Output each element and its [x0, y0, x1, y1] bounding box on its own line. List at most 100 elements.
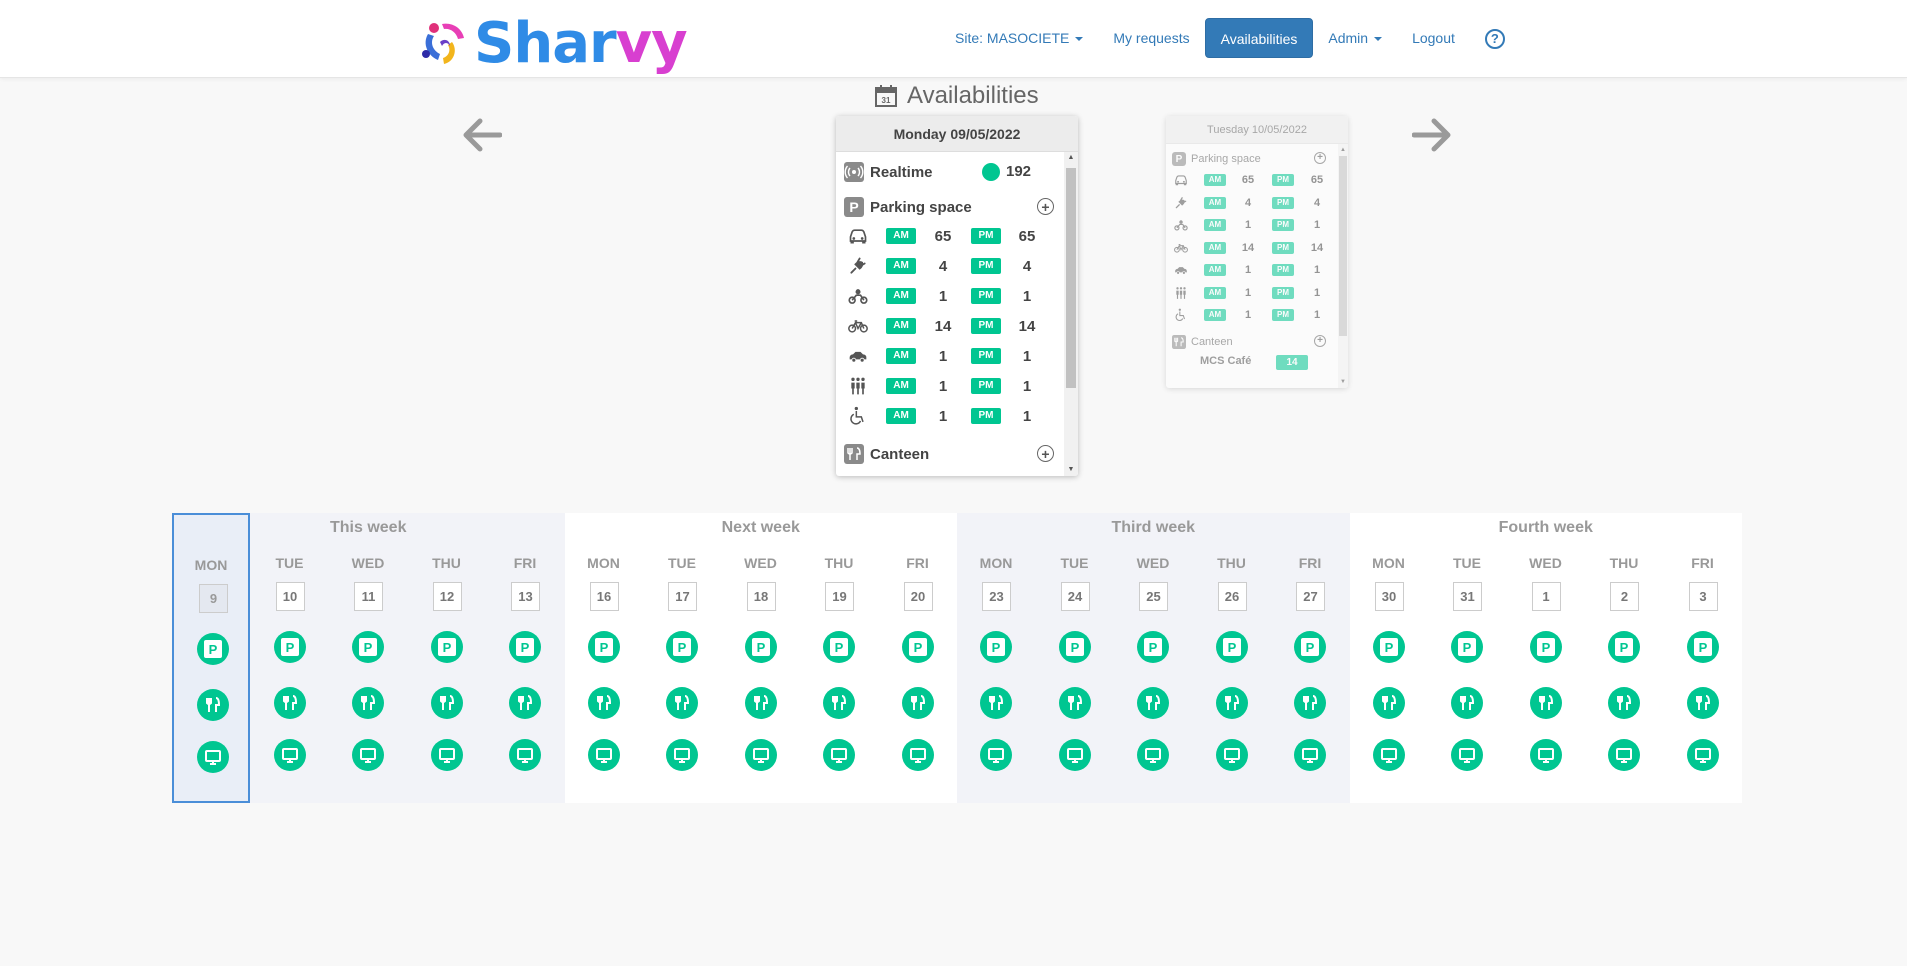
canteen-add-icon[interactable]: +: [1314, 335, 1326, 347]
canteen-booking-button[interactable]: [1451, 687, 1483, 719]
admin-dropdown[interactable]: Admin: [1313, 18, 1397, 58]
parking-booking-button[interactable]: P: [197, 633, 229, 665]
parking-booking-button[interactable]: P: [1137, 631, 1169, 663]
parking-booking-button[interactable]: P: [1686, 631, 1719, 663]
parking-booking-button[interactable]: P: [509, 631, 541, 663]
canteen-booking-button[interactable]: [1372, 687, 1405, 719]
calendar-day[interactable]: THU 26 P: [1193, 513, 1271, 803]
calendar-day[interactable]: THU 2 P: [1585, 513, 1663, 803]
card-scrollbar[interactable]: ▲ ▼: [1064, 152, 1078, 476]
desk-booking-button[interactable]: [509, 739, 541, 771]
calendar-day[interactable]: MON 9 P: [172, 513, 250, 803]
calendar-day[interactable]: MON 23 P: [957, 513, 1035, 803]
day-number[interactable]: 20: [903, 582, 933, 611]
parking-booking-button[interactable]: P: [980, 631, 1012, 663]
canteen-booking-button[interactable]: [1294, 687, 1326, 719]
canteen-booking-button[interactable]: [430, 687, 463, 719]
parking-booking-button[interactable]: P: [587, 631, 620, 663]
canteen-booking-button[interactable]: [744, 687, 777, 719]
previous-day-arrow-icon[interactable]: [462, 118, 502, 152]
calendar-day[interactable]: TUE 10 P: [251, 513, 329, 803]
canteen-booking-button[interactable]: [1137, 687, 1169, 719]
canteen-booking-button[interactable]: [273, 687, 306, 719]
calendar-day[interactable]: WED 1 P: [1507, 513, 1585, 803]
calendar-day[interactable]: FRI 13 P: [486, 513, 564, 803]
parking-booking-button[interactable]: P: [1058, 631, 1091, 663]
day-number[interactable]: 18: [746, 582, 776, 611]
day-number[interactable]: 26: [1217, 582, 1247, 611]
site-dropdown[interactable]: Site: MASOCIETE: [940, 18, 1098, 58]
canteen-booking-button[interactable]: [197, 689, 229, 721]
day-number[interactable]: 3: [1688, 582, 1718, 611]
day-number[interactable]: 27: [1296, 582, 1325, 611]
parking-booking-button[interactable]: P: [430, 631, 463, 663]
calendar-day[interactable]: FRI 20 P: [879, 513, 957, 803]
desk-booking-button[interactable]: [744, 739, 777, 771]
calendar-day[interactable]: WED 25 P: [1114, 513, 1192, 803]
calendar-day[interactable]: TUE 31 P: [1428, 513, 1506, 803]
scroll-down-icon[interactable]: ▼: [1064, 464, 1078, 476]
calendar-day[interactable]: TUE 17 P: [643, 513, 721, 803]
desk-booking-button[interactable]: [1137, 739, 1169, 771]
parking-booking-button[interactable]: P: [744, 631, 777, 663]
calendar-day[interactable]: THU 12 P: [408, 513, 486, 803]
desk-booking-button[interactable]: [352, 739, 384, 771]
canteen-booking-button[interactable]: [1058, 687, 1091, 719]
day-number[interactable]: 17: [668, 582, 697, 611]
parking-booking-button[interactable]: P: [901, 631, 934, 663]
day-number[interactable]: 12: [432, 582, 462, 611]
desk-booking-button[interactable]: [980, 739, 1012, 771]
calendar-day[interactable]: FRI 27 P: [1271, 513, 1349, 803]
parking-booking-button[interactable]: P: [1294, 631, 1326, 663]
canteen-booking-button[interactable]: [1686, 687, 1719, 719]
help-button[interactable]: ?: [1470, 18, 1520, 58]
desk-booking-button[interactable]: [273, 739, 306, 771]
canteen-booking-button[interactable]: [1215, 687, 1248, 719]
parking-booking-button[interactable]: P: [1372, 631, 1405, 663]
desk-booking-button[interactable]: [1215, 739, 1248, 771]
day-number[interactable]: 16: [589, 582, 619, 611]
parking-booking-button[interactable]: P: [823, 631, 855, 663]
day-card-next[interactable]: Tuesday 10/05/2022 P Parking space + AM 6…: [1166, 116, 1348, 388]
calendar-day[interactable]: WED 18 P: [722, 513, 800, 803]
day-number[interactable]: 24: [1060, 582, 1090, 611]
canteen-booking-button[interactable]: [1608, 687, 1640, 719]
desk-booking-button[interactable]: [587, 739, 620, 771]
day-number[interactable]: 25: [1139, 582, 1168, 611]
scroll-up-icon[interactable]: ▲: [1338, 144, 1348, 156]
desk-booking-button[interactable]: [1529, 739, 1562, 771]
desk-booking-button[interactable]: [666, 739, 698, 771]
desk-booking-button[interactable]: [1608, 739, 1640, 771]
desk-booking-button[interactable]: [901, 739, 934, 771]
calendar-day[interactable]: TUE 24 P: [1036, 513, 1114, 803]
desk-booking-button[interactable]: [197, 741, 229, 773]
canteen-booking-button[interactable]: [1529, 687, 1562, 719]
desk-booking-button[interactable]: [430, 739, 463, 771]
scroll-up-icon[interactable]: ▲: [1064, 152, 1078, 164]
nav-availabilities[interactable]: Availabilities: [1204, 18, 1314, 58]
parking-booking-button[interactable]: P: [1451, 631, 1483, 663]
scroll-down-icon[interactable]: ▼: [1338, 376, 1348, 388]
parking-add-icon[interactable]: +: [1037, 198, 1054, 215]
day-number[interactable]: 31: [1453, 582, 1482, 611]
parking-booking-button[interactable]: P: [1608, 631, 1640, 663]
desk-booking-button[interactable]: [1451, 739, 1483, 771]
nav-my-requests[interactable]: My requests: [1098, 18, 1204, 58]
desk-booking-button[interactable]: [1058, 739, 1091, 771]
desk-booking-button[interactable]: [1372, 739, 1405, 771]
calendar-day[interactable]: MON 16 P: [565, 513, 643, 803]
parking-booking-button[interactable]: P: [273, 631, 306, 663]
parking-booking-button[interactable]: P: [1215, 631, 1248, 663]
canteen-booking-button[interactable]: [980, 687, 1012, 719]
day-number[interactable]: 1: [1531, 582, 1561, 611]
calendar-day[interactable]: FRI 3 P: [1664, 513, 1742, 803]
canteen-booking-button[interactable]: [587, 687, 620, 719]
canteen-booking-button[interactable]: [352, 687, 384, 719]
parking-add-icon[interactable]: +: [1314, 152, 1326, 164]
next-card-scrollbar[interactable]: ▲ ▼: [1338, 144, 1348, 388]
calendar-day[interactable]: THU 19 P: [800, 513, 878, 803]
day-number[interactable]: 30: [1374, 582, 1404, 611]
canteen-booking-button[interactable]: [509, 687, 541, 719]
scroll-thumb[interactable]: [1066, 168, 1076, 388]
day-number[interactable]: 23: [982, 582, 1011, 611]
